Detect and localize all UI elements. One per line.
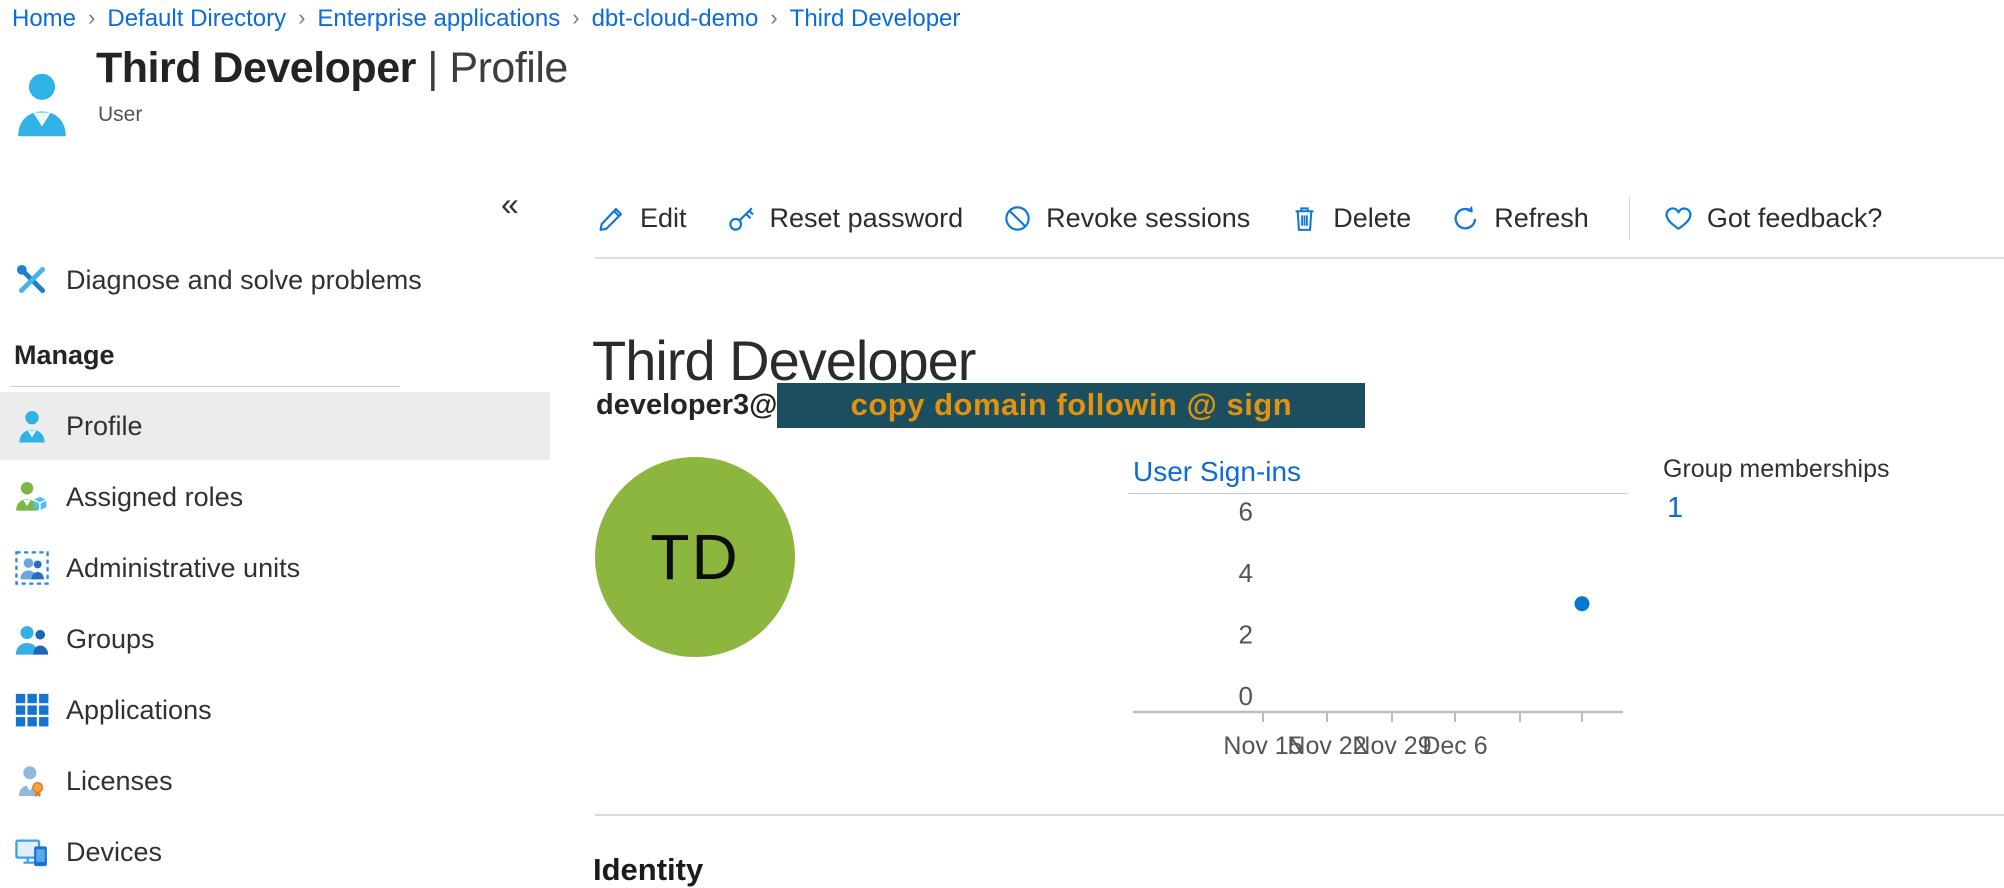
page-subtitle: User — [98, 103, 142, 127]
trash-icon — [1290, 204, 1319, 233]
licenses-icon — [14, 763, 50, 799]
toolbar-button-refresh[interactable]: Refresh — [1451, 203, 1589, 234]
toolbar-button-label: Refresh — [1494, 203, 1589, 234]
sidebar-item-applications[interactable]: Applications — [0, 676, 550, 744]
toolbar-button-delete[interactable]: Delete — [1290, 203, 1411, 234]
sidebar-item-administrative-units[interactable]: Administrative units — [0, 534, 550, 602]
key-icon — [727, 204, 756, 233]
toolbar-button-revoke-sessions[interactable]: Revoke sessions — [1003, 203, 1250, 234]
collapse-double-chevron-icon[interactable]: « — [501, 188, 519, 220]
heart-icon — [1664, 204, 1693, 233]
group-memberships-label: Group memberships — [1663, 455, 1889, 484]
sign-ins-chart: User Sign-ins 0246Nov 15Nov 22Nov 29Dec … — [1128, 452, 1634, 782]
toolbar-button-label: Reset password — [770, 203, 964, 234]
x-tick-label: Nov 29 — [1352, 732, 1431, 760]
user-avatar: TD — [595, 457, 795, 657]
groups-icon — [14, 621, 50, 657]
sidebar-item-label: Licenses — [66, 766, 173, 797]
breadcrumb-chevron-icon: › — [76, 5, 107, 31]
x-tick-label: Dec 6 — [1422, 732, 1487, 760]
refresh-icon — [1451, 204, 1480, 233]
y-tick-label: 4 — [1239, 558, 1253, 588]
breadcrumb-link-third-developer[interactable]: Third Developer — [790, 5, 961, 33]
identity-section-heading: Identity — [593, 852, 703, 888]
y-tick-label: 6 — [1239, 497, 1253, 527]
toolbar-button-label: Revoke sessions — [1046, 203, 1250, 234]
breadcrumb-link-home[interactable]: Home — [12, 5, 76, 33]
profile-person-icon — [14, 408, 50, 444]
toolbar-button-label: Delete — [1333, 203, 1411, 234]
devices-icon — [14, 834, 50, 870]
page-title: Third Developer | Profile — [96, 44, 568, 93]
toolbar-button-edit[interactable]: Edit — [597, 203, 687, 234]
sidebar-item-profile[interactable]: Profile — [0, 392, 550, 460]
applications-grid-icon — [14, 692, 50, 728]
toolbar-button-label: Got feedback? — [1707, 203, 1883, 234]
sidebar-item-label: Diagnose and solve problems — [66, 265, 422, 296]
toolbox-icon — [14, 262, 50, 298]
toolbar-button-reset-password[interactable]: Reset password — [727, 203, 964, 234]
sidebar-item-label: Administrative units — [66, 553, 300, 584]
sidebar-item-groups[interactable]: Groups — [0, 605, 550, 673]
sidebar-item-assigned-roles[interactable]: Assigned roles — [0, 463, 550, 531]
breadcrumb-chevron-icon: › — [286, 5, 317, 31]
breadcrumb-link-default-directory[interactable]: Default Directory — [107, 5, 286, 33]
y-tick-label: 2 — [1239, 620, 1253, 650]
block-icon — [1003, 204, 1032, 233]
user-principal-name-row: developer3@ copy domain followin @ sign — [596, 382, 1365, 428]
breadcrumb-chevron-icon: › — [560, 5, 591, 31]
toolbar-button-label: Edit — [640, 203, 687, 234]
user-person-icon — [14, 70, 70, 138]
sidebar-item-licenses[interactable]: Licenses — [0, 747, 550, 815]
assigned-roles-icon — [14, 479, 50, 515]
section-divider — [595, 814, 2004, 816]
breadcrumb-link-enterprise-applications[interactable]: Enterprise applications — [317, 5, 560, 33]
page-title-name: Third Developer — [96, 44, 416, 92]
administrative-units-icon — [14, 550, 50, 586]
toolbar-separator — [1629, 196, 1630, 240]
breadcrumb-chevron-icon: › — [758, 5, 789, 31]
sidebar-divider — [10, 386, 400, 387]
domain-redaction-overlay: copy domain followin @ sign — [777, 383, 1365, 428]
toolbar-button-got-feedback-[interactable]: Got feedback? — [1664, 203, 1883, 234]
page-title-section: | Profile — [416, 44, 568, 92]
sign-ins-plot: 0246Nov 15Nov 22Nov 29Dec 6 — [1128, 494, 1634, 782]
sidebar-item-devices[interactable]: Devices — [0, 818, 550, 886]
sidebar-item-label: Groups — [66, 624, 155, 655]
sidebar-item-label: Profile — [66, 411, 143, 442]
breadcrumb: Home›Default Directory›Enterprise applic… — [12, 5, 960, 33]
redaction-note: copy domain followin @ sign — [851, 387, 1293, 423]
command-bar: Edit Reset password Revoke sessions Delete R… — [597, 190, 1922, 246]
sign-in-data-point — [1575, 596, 1590, 611]
sidebar-section-manage: Manage — [14, 340, 115, 371]
avatar-initials: TD — [650, 520, 739, 594]
sidebar-item-label: Applications — [66, 695, 212, 726]
sidebar-item-label: Assigned roles — [66, 482, 243, 513]
command-bar-divider — [595, 257, 2004, 259]
group-memberships-count-link[interactable]: 1 — [1667, 492, 1683, 525]
sidebar-item-diagnose-and-solve-problems[interactable]: Diagnose and solve problems — [0, 246, 550, 314]
sidebar-item-label: Devices — [66, 837, 162, 868]
user-sign-ins-link[interactable]: User Sign-ins — [1133, 456, 1301, 488]
breadcrumb-link-dbt-cloud-demo[interactable]: dbt-cloud-demo — [592, 5, 759, 33]
username-prefix: developer3@ — [596, 389, 777, 422]
pencil-icon — [597, 204, 626, 233]
y-tick-label: 0 — [1239, 681, 1253, 711]
